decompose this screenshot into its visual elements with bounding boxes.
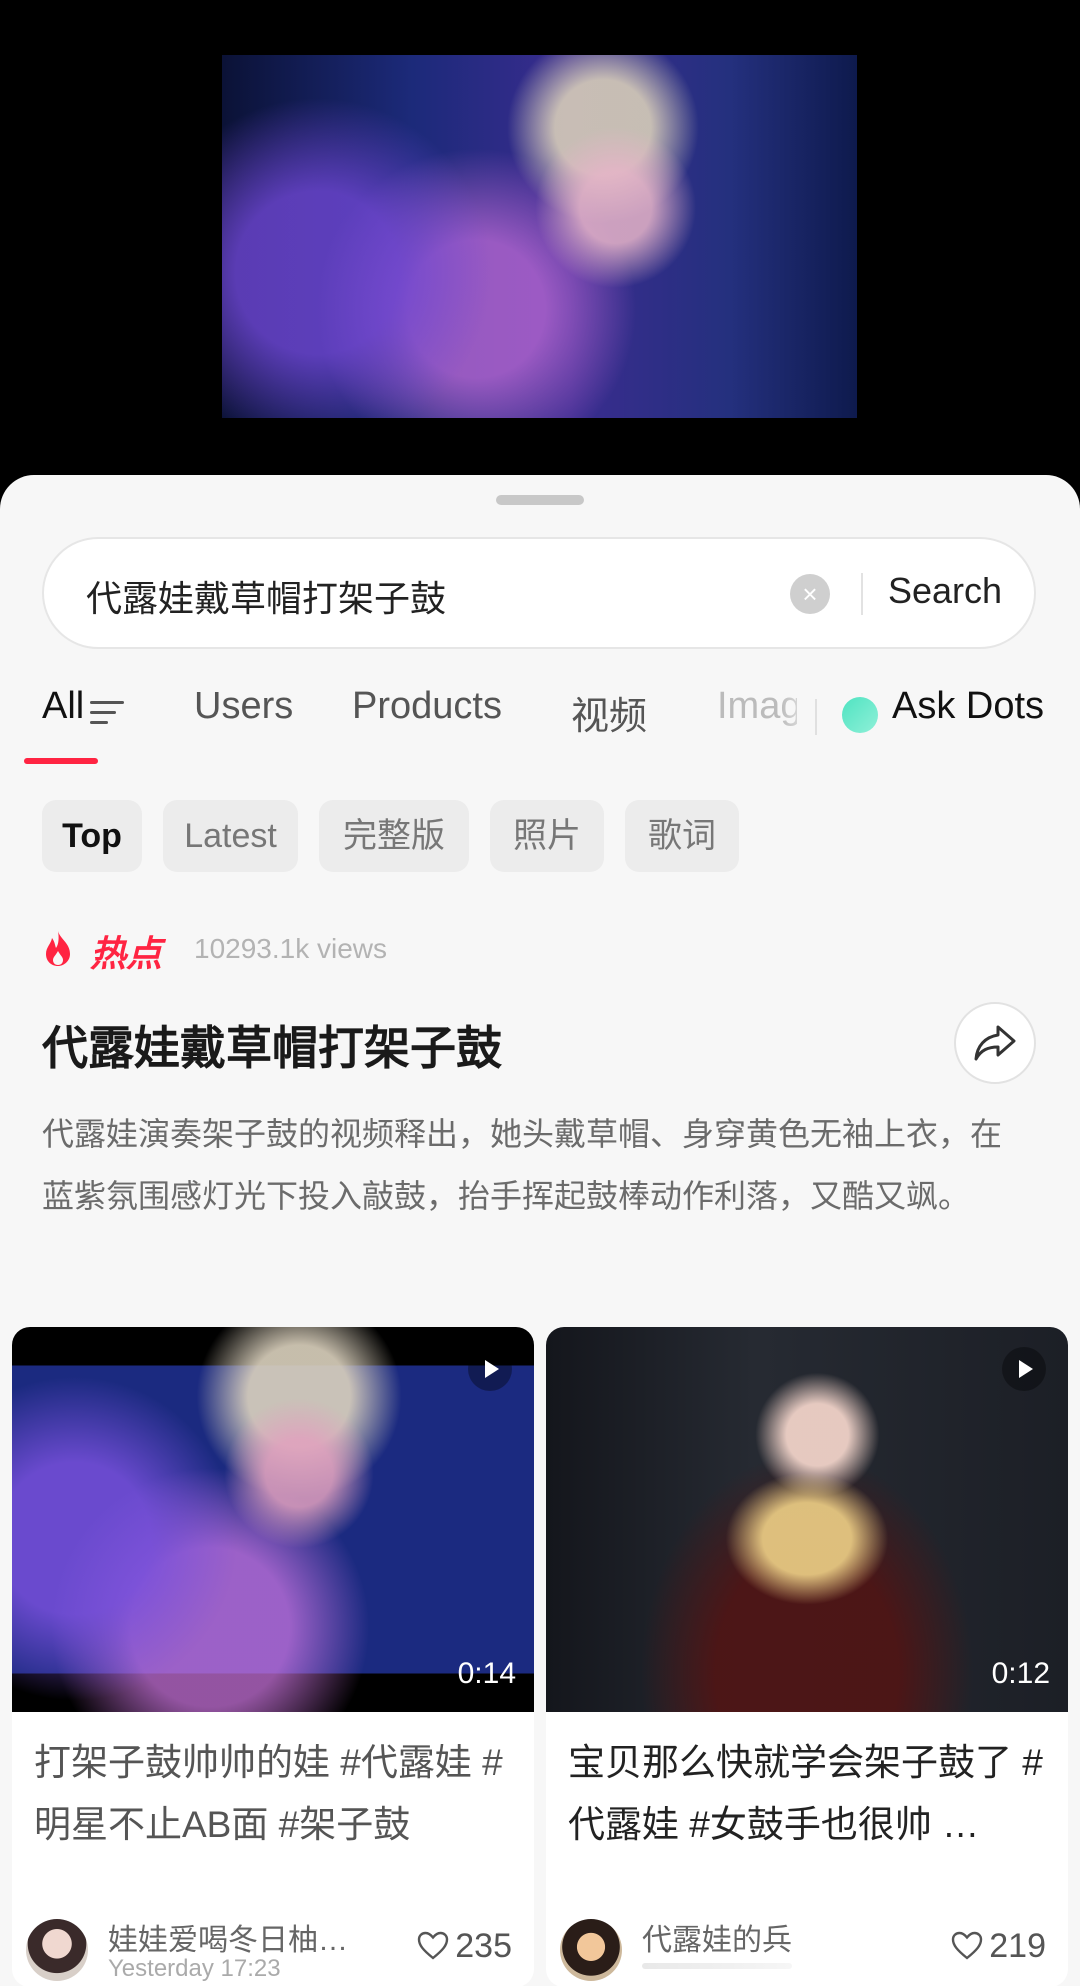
like-count: 235 xyxy=(455,1927,512,1965)
flame-icon xyxy=(46,931,70,966)
tab-fade xyxy=(780,685,820,745)
tab-users[interactable]: Users xyxy=(194,685,293,728)
chip-top[interactable]: Top xyxy=(42,800,142,872)
search-divider xyxy=(861,573,863,615)
sort-chips: Top Latest 完整版 照片 歌词 xyxy=(0,800,1080,874)
chip-full-version[interactable]: 完整版 xyxy=(319,800,469,872)
video-card[interactable]: 0:14 打架子鼓帅帅的娃 #代露娃 #明星不止AB面 #架子鼓 娃娃爱喝冬日柚… xyxy=(12,1327,534,1986)
play-icon xyxy=(1002,1347,1046,1391)
video-frame[interactable] xyxy=(222,55,857,418)
tab-all[interactable]: All xyxy=(42,685,84,728)
tab-videos[interactable]: 视频 xyxy=(571,685,647,740)
search-input[interactable]: 代露娃戴草帽打架子鼓 xyxy=(86,570,446,622)
chip-lyrics[interactable]: 歌词 xyxy=(625,800,739,872)
author-subtitle-placeholder xyxy=(642,1963,792,1969)
share-button[interactable] xyxy=(954,1002,1036,1084)
video-preview[interactable] xyxy=(0,0,1080,480)
video-thumbnail[interactable] xyxy=(546,1327,1068,1712)
like-button[interactable]: 219 xyxy=(951,1927,1046,1966)
chip-latest[interactable]: Latest xyxy=(163,800,298,872)
search-button[interactable]: Search xyxy=(888,570,1002,612)
avatar[interactable] xyxy=(560,1919,622,1981)
tab-ask-dots[interactable]: Ask Dots xyxy=(892,685,1044,728)
hot-label: 热点 xyxy=(90,933,163,974)
video-thumbnail[interactable] xyxy=(12,1327,534,1712)
tab-products[interactable]: Products xyxy=(352,685,502,728)
search-bar[interactable]: 代露娃戴草帽打架子鼓 × Search xyxy=(42,537,1036,649)
heart-icon xyxy=(418,1931,449,1960)
topic-title: 代露娃戴草帽打架子鼓 xyxy=(42,1022,502,1074)
ask-dots-icon[interactable] xyxy=(842,697,878,733)
author-name[interactable]: 娃娃爱喝冬日柚… xyxy=(108,1915,348,1959)
search-sheet: 代露娃戴草帽打架子鼓 × Search All Users Products 视… xyxy=(0,475,1080,1986)
card-title[interactable]: 打架子鼓帅帅的娃 #代露娃 #明星不止AB面 #架子鼓 xyxy=(34,1732,514,1856)
share-icon xyxy=(974,1025,1016,1061)
result-tabs: All Users Products 视频 Images Ask Dots xyxy=(0,685,1080,755)
topic-description: 代露娃演奏架子鼓的视频释出，她头戴草帽、身穿黄色无袖上衣，在蓝紫氛围感灯光下投入… xyxy=(42,1116,1003,1214)
filter-icon[interactable] xyxy=(90,701,124,729)
clear-icon[interactable]: × xyxy=(790,574,830,614)
like-count: 219 xyxy=(989,1927,1046,1965)
heart-icon xyxy=(952,1931,983,1960)
video-duration: 0:14 xyxy=(457,1657,516,1690)
play-icon xyxy=(468,1347,512,1391)
tab-divider xyxy=(815,699,817,735)
video-duration: 0:12 xyxy=(991,1657,1050,1690)
active-tab-indicator xyxy=(24,758,98,764)
post-time: Yesterday 17:23 xyxy=(108,1955,281,1982)
chip-photos[interactable]: 照片 xyxy=(490,800,604,872)
video-card[interactable]: 0:12 宝贝那么快就学会架子鼓了 #代露娃 #女鼓手也很帅 … 代露娃的兵 2… xyxy=(546,1327,1068,1986)
card-title[interactable]: 宝贝那么快就学会架子鼓了 #代露娃 #女鼓手也很帅 … xyxy=(568,1732,1048,1856)
author-name[interactable]: 代露娃的兵 xyxy=(642,1915,792,1959)
avatar[interactable] xyxy=(26,1919,88,1981)
view-count: 10293.1k views xyxy=(194,933,388,964)
drag-handle[interactable] xyxy=(496,495,584,505)
like-button[interactable]: 235 xyxy=(417,1927,512,1966)
